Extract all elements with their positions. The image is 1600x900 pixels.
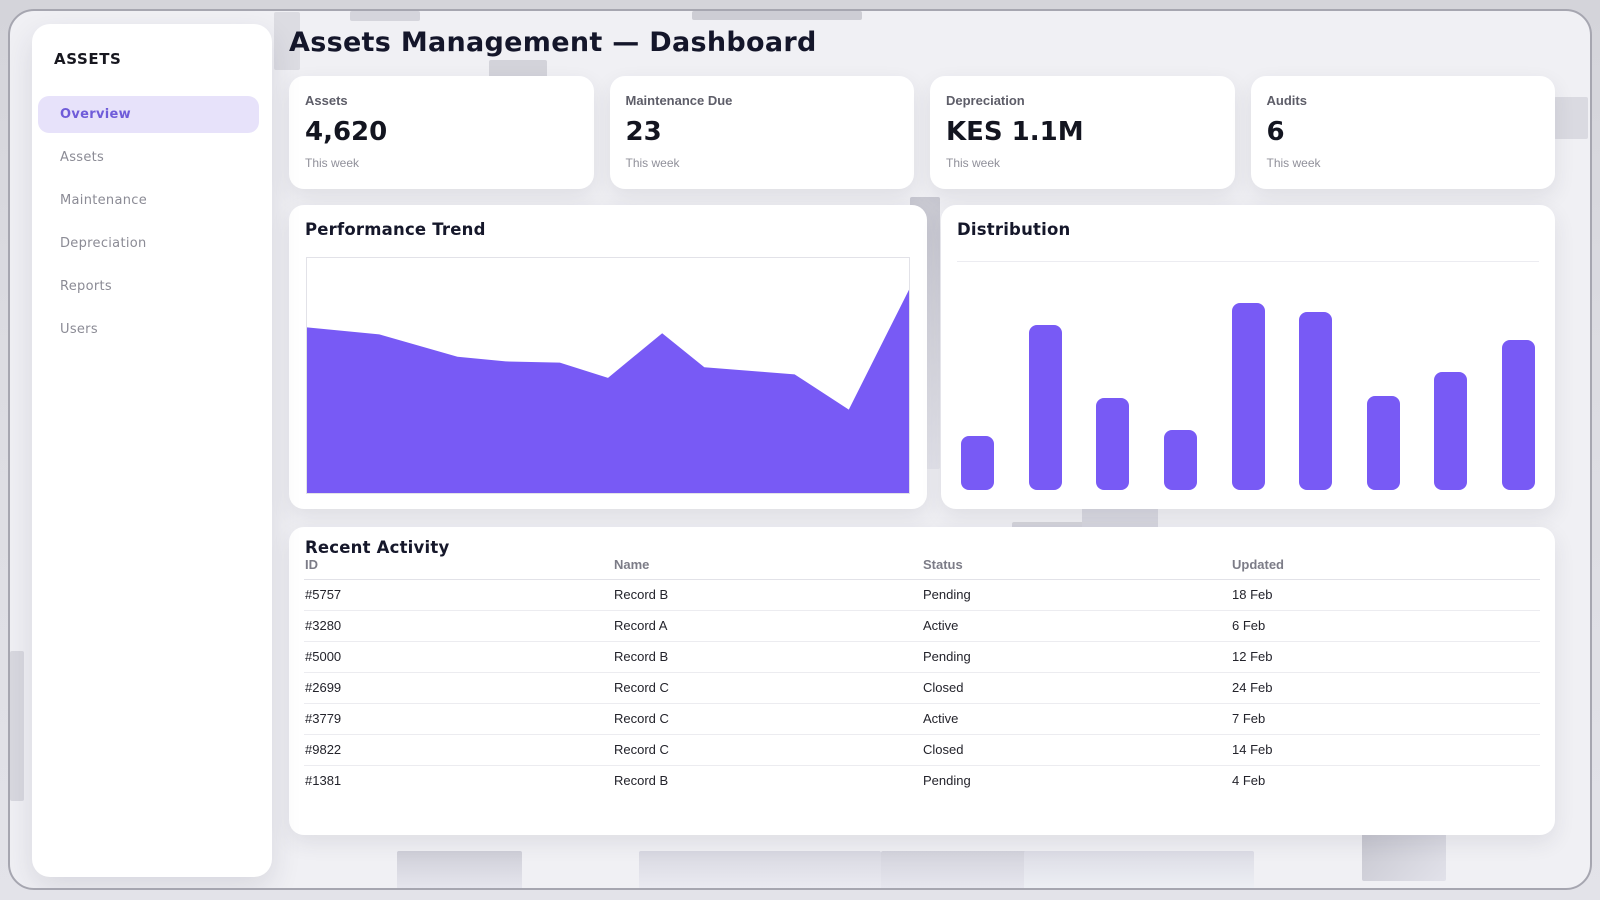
distribution-bar-5 (1231, 303, 1265, 490)
table-cell-status: Active (922, 703, 1231, 735)
stat-value: 6 (1266, 117, 1285, 147)
table-cell-updated: 18 Feb (1231, 579, 1540, 611)
table-row[interactable]: #9822 Record C Closed 14 Feb (304, 734, 1540, 766)
table-cell-status: Pending (923, 773, 971, 788)
main-content: Assets Management — Dashboard Assets 4,62… (289, 11, 1555, 888)
recent-activity-table: ID Name Status Updated #5757 Record B Pending… (304, 552, 1540, 796)
table-cell-id: #2699 (304, 672, 613, 704)
distribution-bar-7 (1366, 396, 1400, 490)
area-chart-svg (307, 289, 909, 493)
stat-sub: This week (946, 156, 1001, 170)
table-row[interactable]: #2699 Record C Closed 24 Feb (304, 672, 1540, 704)
stat-card-audits: Audits 6 This week (1250, 76, 1555, 189)
column-header-updated: Updated (1231, 552, 1540, 580)
stat-value: 23 (625, 117, 662, 147)
distribution-card: Distribution (941, 205, 1555, 509)
stat-card-assets: Assets 4,620 This week (289, 76, 594, 189)
sidebar-item-reports[interactable]: Reports (38, 268, 259, 305)
decorative-tile (1554, 97, 1588, 139)
table-cell-status: Pending (922, 641, 1231, 673)
performance-trend-title: Performance Trend (305, 220, 486, 239)
sidebar-item-maintenance[interactable]: Maintenance (38, 182, 259, 219)
distribution-bar-6 (1299, 312, 1333, 490)
table-cell-updated: 14 Feb (1231, 734, 1540, 766)
sidebar: ASSETS Overview Assets Maintenance Deprecia… (32, 24, 272, 877)
table-cell-status: Active (922, 610, 1231, 642)
stat-label: Maintenance Due (625, 93, 733, 108)
table-cell-updated: 6 Feb (1231, 610, 1540, 642)
table-row[interactable]: #3280 Record A Active 6 Feb (304, 610, 1540, 642)
stat-label: Depreciation (946, 93, 1025, 108)
table-cell-id: #9822 (304, 734, 613, 766)
sidebar-nav: Overview Assets Maintenance Depreciation Rep… (32, 96, 272, 348)
table-row[interactable]: #5000 Record B Pending 12 Feb (304, 641, 1540, 673)
performance-trend-chart (306, 257, 910, 494)
stats-row: Assets 4,620 This week Maintenance Due 23 Thi… (289, 76, 1555, 189)
stat-card-maintenance-due: Maintenance Due 23 This week (609, 76, 914, 189)
table-cell-name: Record C (613, 703, 922, 735)
distribution-bar-9 (1502, 340, 1535, 490)
distribution-bar-1 (961, 436, 994, 490)
stat-sub: This week (625, 156, 680, 170)
table-cell-id: #3280 (304, 610, 613, 642)
table-cell-updated: 12 Feb (1231, 641, 1540, 673)
column-header-name: Name (613, 552, 922, 580)
stat-sub: This week (305, 156, 360, 170)
stat-value: 4,620 (305, 117, 388, 147)
sidebar-item-assets[interactable]: Assets (38, 139, 259, 176)
app-frame: ASSETS Overview Assets Maintenance Deprecia… (8, 9, 1592, 890)
distribution-bar-4 (1163, 430, 1197, 490)
distribution-divider (957, 261, 1539, 262)
table-cell-id: #5000 (304, 641, 613, 673)
sidebar-item-users[interactable]: Users (38, 311, 259, 348)
table-row[interactable]: #1381 Record B Pending 4 Feb (304, 766, 1540, 797)
distribution-bar-8 (1434, 372, 1468, 490)
sidebar-item-overview[interactable]: Overview (38, 96, 259, 133)
charts-row: Performance Trend Distribution (289, 205, 1555, 509)
table-cell-updated: 4 Feb (1232, 773, 1266, 788)
stat-label: Audits (1266, 93, 1307, 108)
table-cell-status: Closed (922, 734, 1231, 766)
table-row[interactable]: #3779 Record C Active 7 Feb (304, 703, 1540, 735)
decorative-tile (10, 651, 24, 801)
recent-activity-title: Recent Activity (305, 538, 450, 557)
page-title: Assets Management — Dashboard (289, 27, 817, 58)
table-header: ID Name Status Updated (304, 552, 1540, 580)
stat-sub: This week (1266, 156, 1321, 170)
stat-card-depreciation: Depreciation KES 1.1M This week (930, 76, 1235, 189)
table-cell-name: Record A (613, 610, 922, 642)
sidebar-brand: ASSETS (54, 50, 122, 68)
table-cell-name: Record B (614, 773, 669, 788)
distribution-bar-3 (1096, 398, 1130, 490)
table-cell-name: Record C (613, 734, 922, 766)
recent-activity-card: Recent Activity ID Name Status Updated #575… (289, 527, 1555, 835)
table-cell-name: Record B (613, 579, 922, 611)
table-cell-name: Record C (613, 672, 922, 704)
performance-trend-card: Performance Trend (289, 205, 927, 509)
table-cell-id: #1381 (305, 773, 342, 788)
stat-label: Assets (305, 93, 348, 108)
column-header-status: Status (922, 552, 1231, 580)
sidebar-item-depreciation[interactable]: Depreciation (38, 225, 259, 262)
table-cell-id: #5757 (304, 579, 613, 611)
distribution-title: Distribution (957, 220, 1071, 239)
distribution-bar-2 (1028, 325, 1062, 490)
distribution-chart (961, 300, 1535, 490)
stat-value: KES 1.1M (946, 117, 1084, 147)
table-cell-status: Pending (922, 579, 1231, 611)
area-series (307, 289, 909, 493)
table-cell-updated: 7 Feb (1231, 703, 1540, 735)
table-cell-id: #3779 (304, 703, 613, 735)
table-row[interactable]: #5757 Record B Pending 18 Feb (304, 579, 1540, 611)
table-cell-status: Closed (922, 672, 1231, 704)
table-cell-updated: 24 Feb (1231, 672, 1540, 704)
table-cell-name: Record B (613, 641, 922, 673)
